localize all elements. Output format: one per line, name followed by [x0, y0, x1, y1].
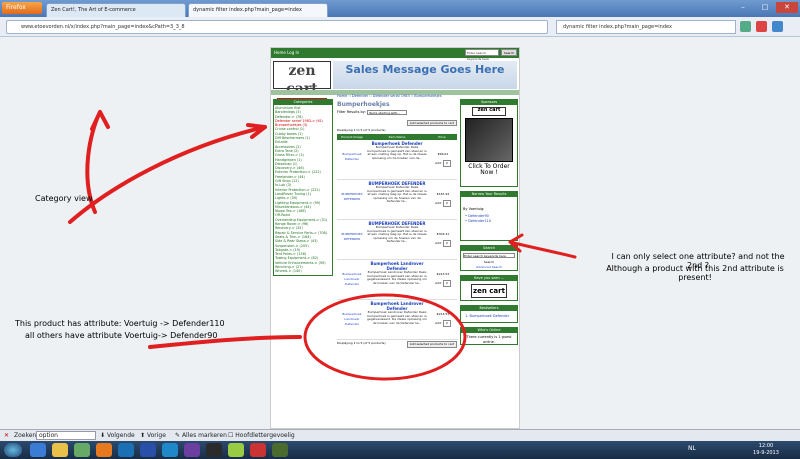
url-text: www.etoevorden.nl/x/index.php?main_page=… [21, 24, 185, 30]
browser-search-box[interactable]: dynamic filter index.php?main_page=index [556, 20, 736, 34]
dreamweaver-icon[interactable] [272, 443, 288, 457]
firefox-icon[interactable] [96, 443, 112, 457]
find-match-case-checkbox[interactable]: ☐ Hoofdlettergevoelig [228, 430, 295, 441]
clock-time: 12:00 [758, 443, 774, 449]
category-arrow-head-right [68, 123, 267, 224]
annotation-attribute-line2: Although a product with this 2nd attribu… [606, 264, 784, 282]
browser-titlebar: Firefox Zen Cart!, The Art of E-commerce… [0, 0, 800, 17]
tab-dynamic-filter[interactable]: dynamic filter index.php?main_page=index [188, 3, 328, 17]
photoshop-icon[interactable] [206, 443, 222, 457]
windows-taskbar: NL 12:00 19-9-2013 [0, 441, 800, 459]
bookmark-icon[interactable] [772, 21, 783, 32]
annotation-overlay [68, 110, 577, 381]
firefox-menu-button[interactable]: Firefox [2, 2, 42, 14]
addon-icon[interactable] [756, 21, 767, 32]
clock[interactable]: 12:00 19-9-2013 [746, 443, 786, 457]
tab-zencart[interactable]: Zen Cart!, The Art of E-commerce [46, 3, 186, 17]
outlook-icon[interactable] [118, 443, 134, 457]
find-prev-button[interactable]: ⬆ Vorige [140, 430, 166, 441]
find-highlight-label: Alles markeren [181, 432, 227, 439]
app-icon[interactable] [184, 443, 200, 457]
ie-icon[interactable] [30, 443, 46, 457]
skype-icon[interactable] [162, 443, 178, 457]
clock-date: 19-9-2013 [753, 450, 779, 456]
network-icon[interactable] [228, 443, 244, 457]
language-indicator[interactable]: NL [688, 445, 696, 452]
minimize-icon[interactable]: – [732, 2, 754, 13]
find-prev-label: Vorige [146, 432, 166, 439]
media-icon[interactable] [74, 443, 90, 457]
browser-search-text: dynamic filter index.php?main_page=index [563, 24, 672, 30]
close-icon[interactable]: ✕ [776, 2, 798, 13]
find-highlight-button[interactable]: ✎ Alles markeren [175, 430, 227, 441]
find-next-label: Volgende [106, 432, 135, 439]
acrobat-icon[interactable] [250, 443, 266, 457]
annotation-category: Category view [35, 194, 93, 203]
find-input[interactable]: option [36, 431, 96, 440]
url-bar[interactable]: www.etoevorden.nl/x/index.php?main_page=… [6, 20, 548, 34]
annotation-product-line1: This product has attribute: Voertuig -> … [15, 319, 225, 328]
find-close-icon[interactable]: ✕ [4, 430, 9, 441]
maximize-icon[interactable]: □ [754, 2, 776, 13]
browser-navbar: www.etoevorden.nl/x/index.php?main_page=… [0, 17, 800, 37]
find-label: Zoeken: [14, 432, 39, 439]
find-bar: ✕ Zoeken: option ⬇ Volgende ⬆ Vorige ✎ A… [0, 429, 800, 441]
home-icon[interactable] [740, 21, 751, 32]
narrow-arrow [508, 233, 577, 259]
find-next-button[interactable]: ⬇ Volgende [100, 430, 135, 441]
annotation-product-line2: all others have attribute Voertuig-> Def… [25, 331, 218, 340]
web-content: Home Log In Enter search keywords here S… [0, 37, 800, 429]
find-match-case-label: Hoofdlettergevoelig [235, 432, 295, 439]
word-icon[interactable] [140, 443, 156, 457]
product-circle [303, 293, 467, 381]
explorer-icon[interactable] [52, 443, 68, 457]
start-button-icon[interactable] [4, 443, 22, 457]
